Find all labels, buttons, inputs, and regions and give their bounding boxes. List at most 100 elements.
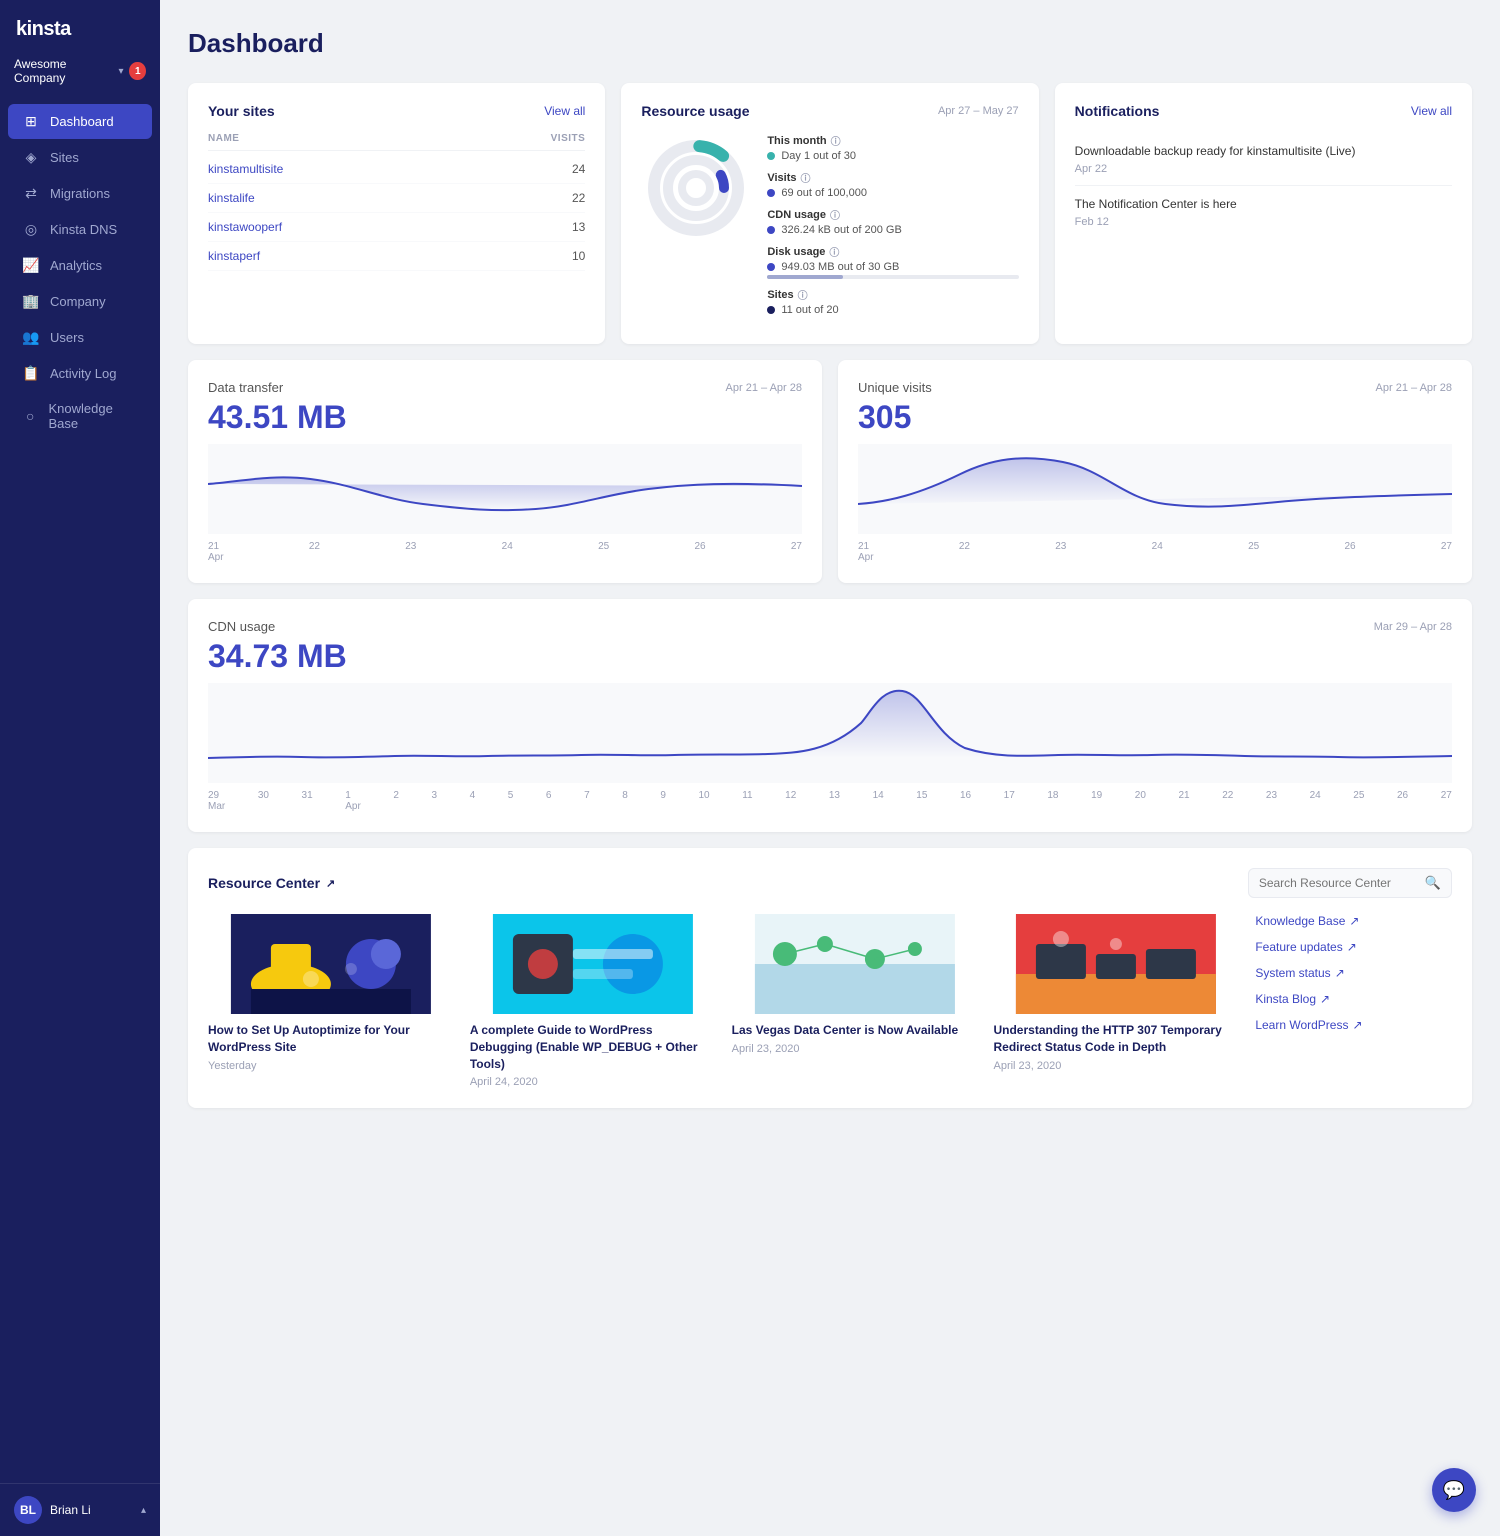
table-row: kinstaperf 10 xyxy=(208,242,585,271)
this-month-label: This month ⓘ xyxy=(767,133,1018,148)
company-chevron-icon: ▾ xyxy=(118,66,123,77)
sidebar-item-label: Dashboard xyxy=(50,114,114,129)
resource-usage-card: Resource usage Apr 27 – May 27 xyxy=(621,83,1038,344)
cdn-x-24: 22 xyxy=(1222,790,1233,812)
cdn-usage-date: Mar 29 – Apr 28 xyxy=(1374,621,1452,633)
x-label-5: 26 xyxy=(1344,541,1355,563)
cdn-usage-value: 34.73 MB xyxy=(208,638,1452,675)
search-input[interactable] xyxy=(1259,876,1419,890)
rc-link-learn-wordpress[interactable]: Learn WordPress ↗ xyxy=(1255,1018,1452,1032)
cdn-x-10: 8 xyxy=(622,790,628,812)
chat-bubble[interactable]: 💬 xyxy=(1432,1468,1476,1512)
article-title-0: How to Set Up Autoptimize for Your WordP… xyxy=(208,1022,454,1056)
unique-visits-card: Unique visits Apr 21 – Apr 28 305 21Apr … xyxy=(838,360,1472,583)
notification-item-1: The Notification Center is here Feb 12 xyxy=(1075,186,1452,238)
cdn-x-3: 1Apr xyxy=(345,790,361,812)
table-row: kinstalife 22 xyxy=(208,184,585,213)
sidebar-item-kinsta-dns[interactable]: ◎ Kinsta DNS xyxy=(8,212,152,247)
your-sites-card: Your sites View all NAME VISITS kinstamu… xyxy=(188,83,605,344)
site-name-0[interactable]: kinstamultisite xyxy=(208,162,283,176)
dns-icon: ◎ xyxy=(22,221,40,238)
disk-progress-fill xyxy=(767,275,842,279)
cdn-stat: CDN usage ⓘ 326.24 kB out of 200 GB xyxy=(767,207,1018,236)
site-name-2[interactable]: kinstawooperf xyxy=(208,220,282,234)
data-transfer-value: 43.51 MB xyxy=(208,399,802,436)
rc-link-system-status[interactable]: System status ↗ xyxy=(1255,966,1452,980)
external-link-icon: ↗ xyxy=(1347,940,1357,954)
cdn-x-21: 19 xyxy=(1091,790,1102,812)
resource-usage-title: Resource usage xyxy=(641,103,749,119)
notifications-view-all[interactable]: View all xyxy=(1411,104,1452,118)
sites-dot xyxy=(767,306,775,314)
sidebar-item-sites[interactable]: ◈ Sites xyxy=(8,140,152,175)
resource-center-links: Knowledge Base ↗ Feature updates ↗ Syste… xyxy=(1255,914,1452,1088)
cdn-x-15: 13 xyxy=(829,790,840,812)
unique-visits-label: Unique visits xyxy=(858,380,932,395)
rc-link-knowledge-base[interactable]: Knowledge Base ↗ xyxy=(1255,914,1452,928)
notification-badge: 1 xyxy=(129,62,146,80)
cdn-usage-chart xyxy=(208,683,1452,783)
article-card-3[interactable]: Understanding the HTTP 307 Temporary Red… xyxy=(993,914,1239,1088)
cdn-usage-card: CDN usage Mar 29 – Apr 28 34.73 MB 29Mar… xyxy=(188,599,1472,832)
visits-dot xyxy=(767,189,775,197)
disk-stat: Disk usage ⓘ 949.03 MB out of 30 GB xyxy=(767,244,1018,279)
data-transfer-card: Data transfer Apr 21 – Apr 28 43.51 MB 2… xyxy=(188,360,822,583)
x-label-3: 24 xyxy=(1152,541,1163,563)
site-name-3[interactable]: kinstaperf xyxy=(208,249,260,263)
search-icon: 🔍 xyxy=(1425,875,1441,891)
sidebar-item-knowledge-base[interactable]: ○ Knowledge Base xyxy=(8,392,152,440)
company-selector[interactable]: Awesome Company ▾ 1 xyxy=(0,51,160,99)
sidebar-item-company[interactable]: 🏢 Company xyxy=(8,284,152,319)
x-label-0: 21Apr xyxy=(208,541,224,563)
external-link-icon: ↗ xyxy=(1335,966,1345,980)
notifications-title: Notifications xyxy=(1075,103,1160,119)
article-card-2[interactable]: Las Vegas Data Center is Now Available A… xyxy=(732,914,978,1088)
resource-center-title: Resource Center ↗ xyxy=(208,875,335,891)
site-visits-2: 13 xyxy=(572,220,585,234)
top-cards-row: Your sites View all NAME VISITS kinstamu… xyxy=(188,83,1472,344)
cdn-x-4: 2 xyxy=(393,790,399,812)
cdn-x-axis: 29Mar 30 31 1Apr 2 3 4 5 6 7 8 9 10 11 1… xyxy=(208,790,1452,812)
sidebar-item-migrations[interactable]: ⇄ Migrations xyxy=(8,176,152,211)
article-image-3 xyxy=(993,914,1239,1014)
sidebar-item-label: Knowledge Base xyxy=(49,401,138,431)
unique-visits-x-axis: 21Apr 22 23 24 25 26 27 xyxy=(858,541,1452,563)
rc-link-feature-updates[interactable]: Feature updates ↗ xyxy=(1255,940,1452,954)
sidebar-item-users[interactable]: 👥 Users xyxy=(8,320,152,355)
resource-center-header: Resource Center ↗ 🔍 xyxy=(208,868,1452,898)
site-visits-0: 24 xyxy=(572,162,585,176)
sidebar-item-dashboard[interactable]: ⊞ Dashboard xyxy=(8,104,152,139)
article-title-1: A complete Guide to WordPress Debugging … xyxy=(470,1022,716,1072)
user-profile[interactable]: BL Brian Li ▴ xyxy=(0,1483,160,1536)
article-card-1[interactable]: A complete Guide to WordPress Debugging … xyxy=(470,914,716,1088)
sidebar: kinsta Awesome Company ▾ 1 ⊞ Dashboard ◈… xyxy=(0,0,160,1536)
sidebar-nav: ⊞ Dashboard ◈ Sites ⇄ Migrations ◎ Kinst… xyxy=(0,99,160,1483)
sidebar-item-analytics[interactable]: 📈 Analytics xyxy=(8,248,152,283)
x-label-2: 23 xyxy=(1055,541,1066,563)
site-name-1[interactable]: kinstalife xyxy=(208,191,255,205)
cdn-x-2: 31 xyxy=(302,790,313,812)
resource-center-search[interactable]: 🔍 xyxy=(1248,868,1452,898)
table-row: kinstamultisite 24 xyxy=(208,155,585,184)
notifications-header: Notifications View all xyxy=(1075,103,1452,119)
article-image-2 xyxy=(732,914,978,1014)
visits-value: 69 out of 100,000 xyxy=(767,187,1018,199)
logo-area: kinsta xyxy=(0,0,160,51)
article-card-0[interactable]: How to Set Up Autoptimize for Your WordP… xyxy=(208,914,454,1088)
donut-chart xyxy=(641,133,751,243)
chat-icon: 💬 xyxy=(1443,1480,1465,1501)
sidebar-item-activity-log[interactable]: 📋 Activity Log xyxy=(8,356,152,391)
x-label-1: 22 xyxy=(959,541,970,563)
disk-value: 949.03 MB out of 30 GB xyxy=(767,261,1018,273)
cdn-dot xyxy=(767,226,775,234)
unique-visits-header: Unique visits Apr 21 – Apr 28 xyxy=(858,380,1452,395)
external-link-icon: ↗ xyxy=(326,877,335,890)
notification-item-0: Downloadable backup ready for kinstamult… xyxy=(1075,133,1452,186)
rc-link-kinsta-blog[interactable]: Kinsta Blog ↗ xyxy=(1255,992,1452,1006)
x-label-6: 27 xyxy=(1441,541,1452,563)
cdn-x-18: 16 xyxy=(960,790,971,812)
resource-center-card: Resource Center ↗ 🔍 xyxy=(188,848,1472,1108)
charts-row: Data transfer Apr 21 – Apr 28 43.51 MB 2… xyxy=(188,360,1472,583)
your-sites-view-all[interactable]: View all xyxy=(544,104,585,118)
disk-progress xyxy=(767,275,1018,279)
